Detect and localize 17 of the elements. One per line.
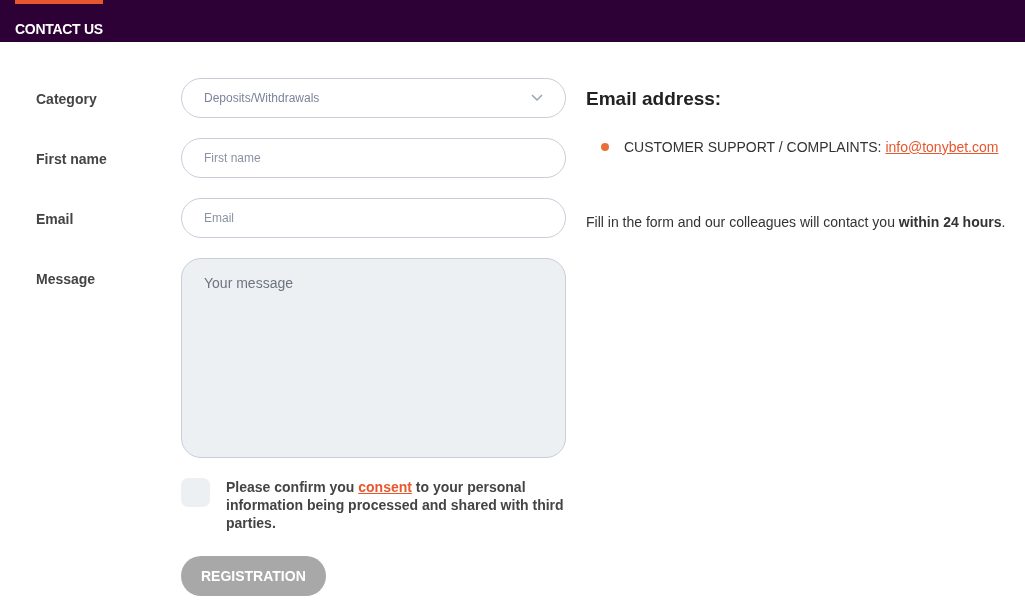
input-field[interactable]: First name [181,138,566,178]
consent-link[interactable]: consent [358,479,412,495]
chevron-down-icon [531,94,543,102]
field-label: Category [36,90,98,109]
contact-text: CUSTOMER SUPPORT / COMPLAINTS: info@tonybet.com [624,137,999,157]
field-label: Message [36,270,97,289]
input-field[interactable]: Email [181,198,566,238]
field-label: First name [36,150,108,169]
message-field[interactable]: Your message [181,258,566,458]
field-label: Email [36,210,75,229]
consent-text: Please confirm you consent to your personal information being processed and shared with third parties. [226,478,565,532]
email-link[interactable]: info@tonybet.com [885,138,999,155]
tab[interactable]: CONTACT US [15,0,103,42]
info-note: Fill in the form and our colleagues will contact you within 24 hours. [586,212,1006,232]
section-heading: Email address: [586,88,723,111]
category-dropdown[interactable]: Deposits/Withdrawals [181,78,566,118]
bullet-icon [601,143,609,152]
